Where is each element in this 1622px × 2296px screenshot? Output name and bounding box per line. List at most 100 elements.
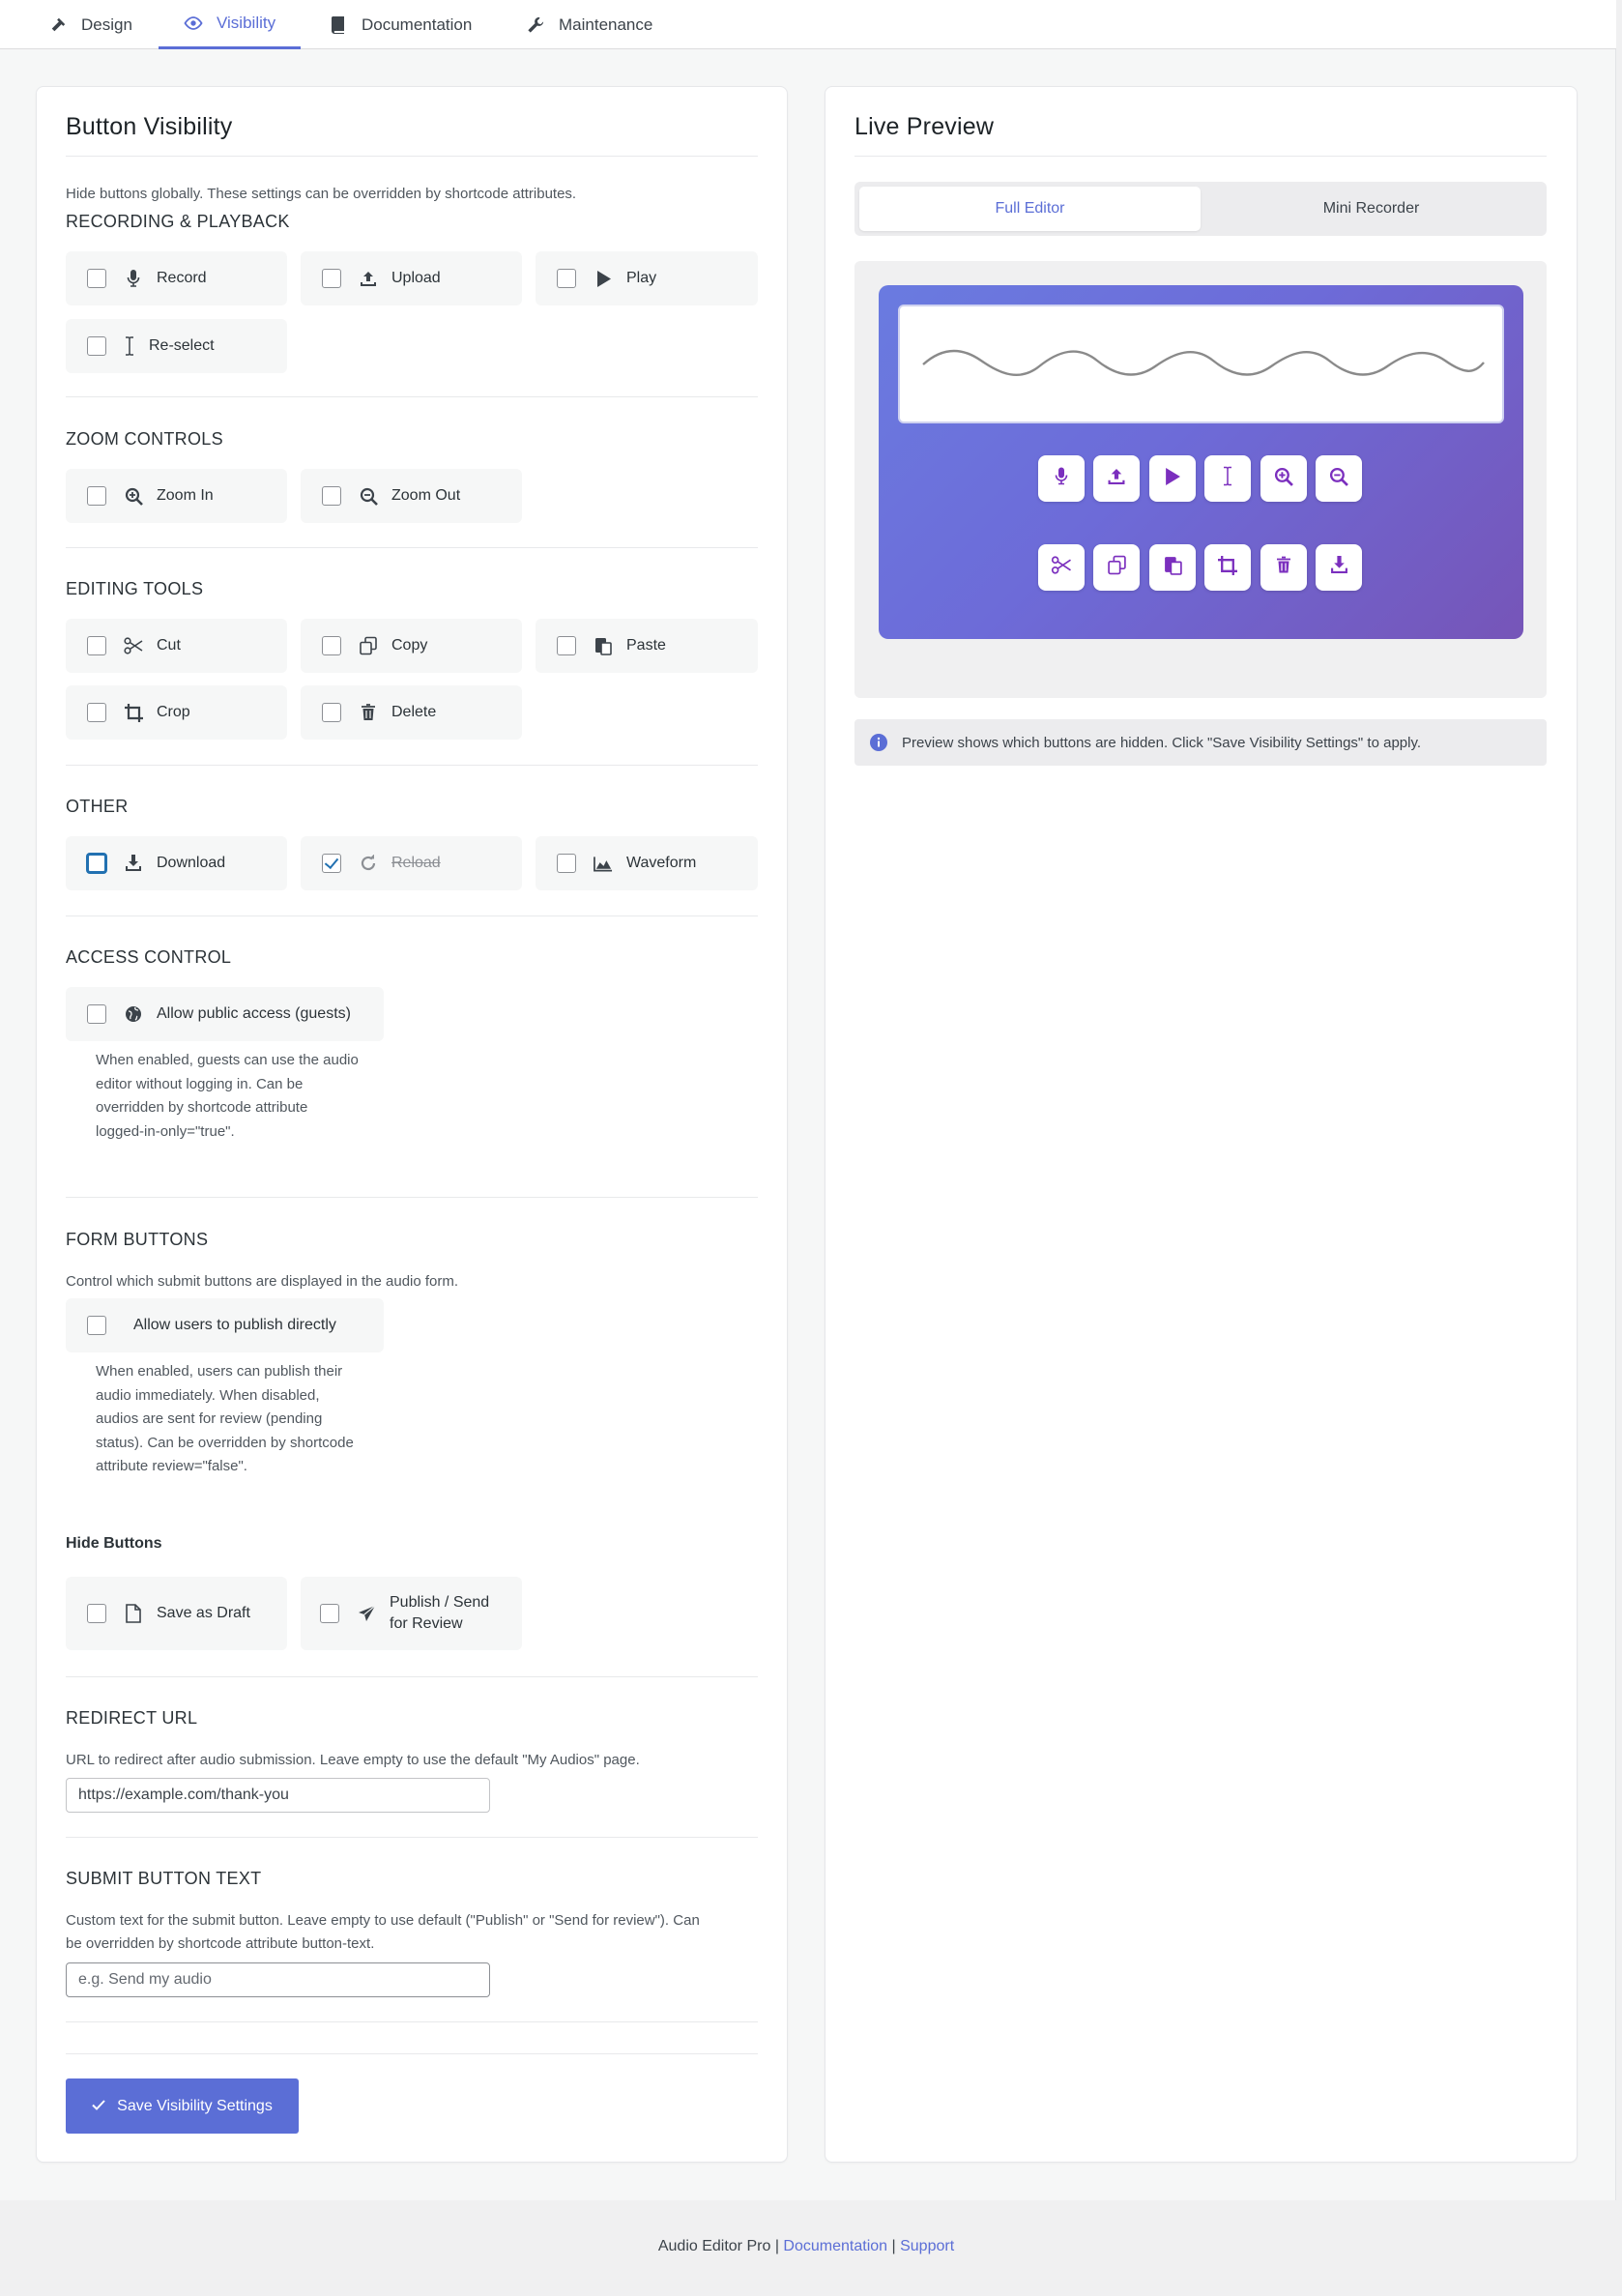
- tab-maintenance[interactable]: Maintenance: [501, 0, 678, 49]
- preview-copy-button[interactable]: [1093, 544, 1140, 591]
- copy-checkbox[interactable]: [322, 636, 341, 655]
- download-checkbox[interactable]: [87, 854, 106, 873]
- preview-play-button[interactable]: [1149, 455, 1196, 502]
- footer-documentation-link[interactable]: Documentation: [783, 2238, 887, 2254]
- intro-line: be overridden by shortcode attribute but…: [66, 1935, 375, 1952]
- preview-zoom-in-button[interactable]: [1260, 455, 1307, 502]
- option-zoom-in[interactable]: Zoom In: [66, 469, 287, 523]
- preview-delete-button[interactable]: [1260, 544, 1307, 591]
- option-waveform[interactable]: Waveform: [536, 836, 758, 890]
- divider: [66, 1676, 758, 1677]
- option-play[interactable]: Play: [536, 251, 758, 305]
- option-copy[interactable]: Copy: [301, 619, 522, 673]
- option-cut[interactable]: Cut: [66, 619, 287, 673]
- option-public-access[interactable]: Allow public access (guests): [66, 987, 384, 1041]
- cut-checkbox[interactable]: [87, 636, 106, 655]
- tab-documentation[interactable]: Documentation: [304, 0, 497, 49]
- section-heading-zoom: ZOOM CONTROLS: [66, 429, 223, 449]
- section-heading-redirect: REDIRECT URL: [66, 1708, 198, 1728]
- tab-label: Maintenance: [559, 15, 653, 34]
- scissors-icon: [1051, 556, 1072, 579]
- option-reload[interactable]: Reload: [301, 836, 522, 890]
- publish-send-checkbox[interactable]: [320, 1604, 339, 1623]
- microphone-icon: [124, 269, 143, 288]
- option-record[interactable]: Record: [66, 251, 287, 305]
- divider: [66, 1197, 758, 1198]
- footer-support-link[interactable]: Support: [900, 2238, 954, 2254]
- paste-checkbox[interactable]: [557, 636, 576, 655]
- preview-cut-button[interactable]: [1038, 544, 1085, 591]
- preview-paste-button[interactable]: [1149, 544, 1196, 591]
- upload-icon: [359, 269, 378, 288]
- option-publish-directly[interactable]: Allow users to publish directly: [66, 1298, 384, 1352]
- divider: [66, 2021, 758, 2022]
- hint-line: audios are sent for review (pending: [96, 1410, 323, 1427]
- record-checkbox[interactable]: [87, 269, 106, 288]
- send-icon: [357, 1604, 376, 1623]
- download-icon: [124, 854, 143, 873]
- option-download[interactable]: Download: [66, 836, 287, 890]
- publish-directly-checkbox[interactable]: [87, 1316, 106, 1335]
- preview-reselect-button[interactable]: [1204, 455, 1251, 502]
- preview-record-button[interactable]: [1038, 455, 1085, 502]
- option-delete[interactable]: Delete: [301, 685, 522, 740]
- option-label: Re-select: [149, 337, 215, 354]
- intro-line: Custom text for the submit button. Leave…: [66, 1912, 700, 1929]
- redirect-url-input[interactable]: https://example.com/thank-you: [66, 1778, 490, 1813]
- upload-checkbox[interactable]: [322, 269, 341, 288]
- divider: [66, 396, 758, 397]
- divider: [854, 156, 1547, 157]
- publish-hint: When enabled, users can publish their au…: [96, 1360, 354, 1479]
- preview-zoom-out-button[interactable]: [1316, 455, 1362, 502]
- waveform-preview: [898, 305, 1504, 423]
- preview-crop-button[interactable]: [1204, 544, 1251, 591]
- tab-visibility[interactable]: Visibility: [159, 0, 302, 49]
- file-icon: [124, 1604, 143, 1623]
- crop-checkbox[interactable]: [87, 703, 106, 722]
- preview-title: Live Preview: [854, 113, 995, 140]
- eye-icon: [184, 14, 203, 33]
- divider: [66, 2053, 758, 2054]
- submit-text-input[interactable]: e.g. Send my audio: [66, 1962, 490, 1997]
- intro-text: Hide buttons globally. These settings ca…: [66, 186, 577, 202]
- download-icon: [1330, 556, 1348, 579]
- input-value: https://example.com/thank-you: [78, 1787, 289, 1803]
- delete-checkbox[interactable]: [322, 703, 341, 722]
- option-label: Reload: [391, 855, 441, 871]
- hammer-icon: [48, 15, 68, 35]
- reload-checkbox[interactable]: [322, 854, 341, 873]
- tab-label: Documentation: [362, 15, 473, 34]
- text-cursor-icon: [1222, 466, 1233, 491]
- option-upload[interactable]: Upload: [301, 251, 522, 305]
- tab-design[interactable]: Design: [23, 0, 158, 49]
- footer-separator: |: [774, 2238, 779, 2254]
- save-visibility-button[interactable]: Save Visibility Settings: [66, 2078, 299, 2134]
- app-window: Design Visibility Documentation Maintena…: [0, 0, 1616, 2200]
- public-access-checkbox[interactable]: [87, 1004, 106, 1024]
- option-reselect[interactable]: Re-select: [66, 319, 287, 373]
- divider: [66, 547, 758, 548]
- option-zoom-out[interactable]: Zoom Out: [301, 469, 522, 523]
- save-draft-checkbox[interactable]: [87, 1604, 106, 1623]
- zoom-out-checkbox[interactable]: [322, 486, 341, 506]
- preview-upload-button[interactable]: [1093, 455, 1140, 502]
- reselect-checkbox[interactable]: [87, 336, 106, 356]
- option-save-draft[interactable]: Save as Draft: [66, 1577, 287, 1650]
- area-chart-icon: [594, 854, 613, 873]
- play-checkbox[interactable]: [557, 269, 576, 288]
- crop-icon: [124, 703, 143, 722]
- waveform-checkbox[interactable]: [557, 854, 576, 873]
- paste-icon: [594, 636, 613, 655]
- label-line: for Review: [390, 1615, 463, 1632]
- mode-full-editor[interactable]: Full Editor: [859, 187, 1201, 231]
- tab-label: Visibility: [217, 14, 276, 32]
- mode-mini-recorder[interactable]: Mini Recorder: [1201, 187, 1542, 231]
- reload-icon: [359, 854, 378, 873]
- zoom-in-checkbox[interactable]: [87, 486, 106, 506]
- option-crop[interactable]: Crop: [66, 685, 287, 740]
- option-label: Download: [157, 855, 226, 871]
- option-label: Allow public access (guests): [157, 1005, 351, 1022]
- preview-download-button[interactable]: [1316, 544, 1362, 591]
- option-publish-send[interactable]: Publish / Send for Review: [301, 1577, 522, 1650]
- option-paste[interactable]: Paste: [536, 619, 758, 673]
